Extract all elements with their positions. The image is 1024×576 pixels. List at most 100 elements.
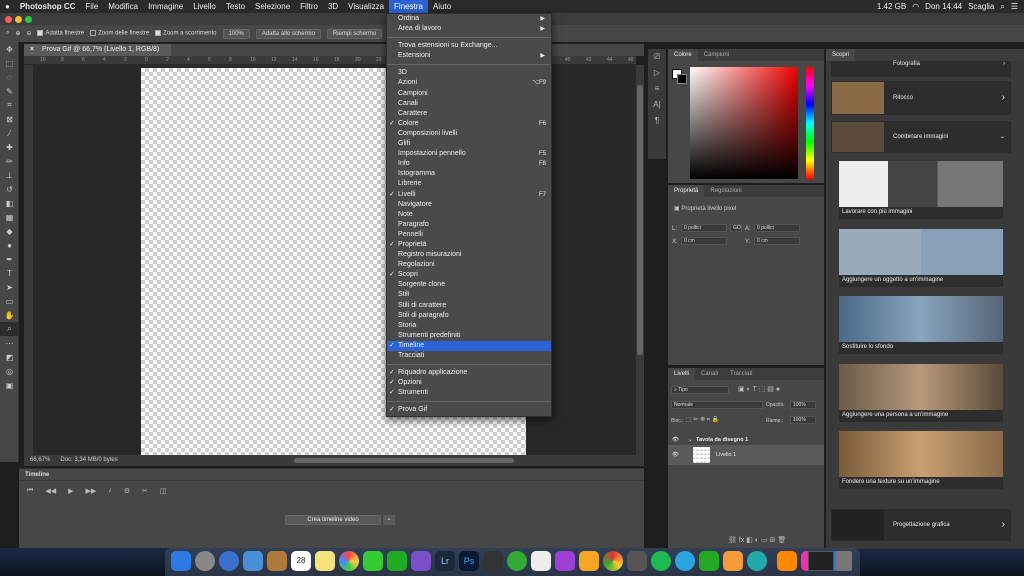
wifi-icon[interactable]: ◠ xyxy=(912,2,919,11)
color-field[interactable] xyxy=(690,67,798,179)
music-icon[interactable] xyxy=(531,551,551,571)
launchpad-icon[interactable] xyxy=(195,551,215,571)
tab-colore[interactable]: Colore xyxy=(668,49,698,61)
discover-item-fotografia[interactable]: Fotografia › xyxy=(831,61,1011,77)
pen-tool-icon[interactable]: ✒ xyxy=(0,252,19,266)
first-frame-icon[interactable]: ⏮ xyxy=(27,487,33,495)
shape-tool-icon[interactable]: ▭ xyxy=(0,294,19,308)
menu-modifica[interactable]: Modifica xyxy=(103,2,143,11)
tab-canali[interactable]: Canali xyxy=(695,368,724,380)
menu-item-ordina[interactable]: Ordina ▶ xyxy=(387,14,551,24)
podcasts-icon[interactable] xyxy=(555,551,575,571)
quill-icon[interactable] xyxy=(411,551,431,571)
width-field[interactable]: 0 pollici xyxy=(681,224,727,232)
tab-campioni[interactable]: Campioni xyxy=(698,49,735,61)
frame-tool-icon[interactable]: ⊠ xyxy=(0,112,19,126)
character-icon[interactable]: A| xyxy=(648,97,666,113)
arduino-icon[interactable] xyxy=(747,551,767,571)
facetime-icon[interactable] xyxy=(387,551,407,571)
scrubby-zoom-checkbox[interactable]: Zoom a scorrimento xyxy=(155,30,217,37)
menu-item-azioni[interactable]: Azioni ⌥F9 xyxy=(387,78,551,88)
zoom-tool-icon[interactable]: ⌕ xyxy=(6,30,9,37)
vlc-icon[interactable] xyxy=(777,551,797,571)
paragraph-icon[interactable]: ¶ xyxy=(648,113,666,129)
tutorial-card-1[interactable]: Lavorare con più immagini xyxy=(839,161,1003,219)
crop-tool-icon[interactable]: ⌗ xyxy=(0,98,19,112)
menu-item-strumenti-predefiniti[interactable]: Strumenti predefiniti xyxy=(387,331,551,341)
menu-item-trova-estensioni-su-exchange[interactable]: Trova estensioni su Exchange... xyxy=(387,41,551,51)
menu-livello[interactable]: Livello xyxy=(188,2,221,11)
dodge-tool-icon[interactable]: ● xyxy=(0,238,19,252)
trash-icon[interactable] xyxy=(836,551,852,571)
transition-icon[interactable]: ◫ xyxy=(160,487,167,495)
search-icon[interactable]: ⌕ xyxy=(1000,2,1004,12)
fontagon-icon[interactable] xyxy=(723,551,743,571)
fit-windows-checkbox[interactable]: Adatta finestre xyxy=(37,30,84,37)
menu-app[interactable]: Photoshop CC xyxy=(15,2,81,11)
lasso-tool-icon[interactable]: ◌ xyxy=(0,70,19,84)
tab-livelli[interactable]: Livelli xyxy=(668,368,696,380)
menu-item-stili-di-carattere[interactable]: Stili di carattere xyxy=(387,301,551,311)
menu-item-note[interactable]: Note xyxy=(387,210,551,220)
siri-icon[interactable] xyxy=(219,551,239,571)
zoom-in-icon[interactable]: ⊕ xyxy=(15,30,20,37)
hand-tool-icon[interactable]: ✋ xyxy=(0,308,19,322)
menu-item-colore[interactable]: ✓ Colore F6 xyxy=(387,119,551,129)
telegram-icon[interactable] xyxy=(675,551,695,571)
menu-item-riquadro-applicazione[interactable]: ✓ Riquadro applicazione xyxy=(387,368,551,378)
quick-mask-icon[interactable]: ◎ xyxy=(0,364,19,378)
menu-testo[interactable]: Testo xyxy=(221,2,250,11)
zoom-all-checkbox[interactable]: Zoom delle finestre xyxy=(90,30,149,37)
zoom-tool-icon[interactable]: ⌕ xyxy=(0,322,19,336)
zoom-window-button[interactable] xyxy=(25,16,32,23)
timeline-title[interactable]: Timeline xyxy=(19,469,644,481)
menu-item-timeline[interactable]: ✓ Timeline xyxy=(387,340,551,351)
discover-item-progettazione[interactable]: Progettazione grafica › xyxy=(831,509,1011,541)
menu-item-sorgente-clone[interactable]: Sorgente clone xyxy=(387,280,551,290)
timeline-mode-dropdown[interactable]: ⌄ xyxy=(383,515,395,525)
claquette-icon[interactable] xyxy=(483,551,503,571)
user-name[interactable]: Scaglia xyxy=(968,2,994,11)
menu-selezione[interactable]: Selezione xyxy=(250,2,295,11)
color-swatches-icon[interactable]: ◩ xyxy=(0,350,19,364)
tutorial-card-3[interactable]: Sostituire lo sfondo xyxy=(839,296,1003,354)
menu-item-tracciati[interactable]: Tracciati xyxy=(387,351,551,361)
chrome-icon[interactable] xyxy=(603,551,623,571)
split-icon[interactable]: ✂ xyxy=(142,487,148,495)
photoshop-icon[interactable]: Ps xyxy=(459,551,479,571)
tab-regolazioni[interactable]: Regolazioni xyxy=(704,185,747,197)
adjust-icon[interactable]: ≡ xyxy=(648,81,666,97)
menu-item-campioni[interactable]: Campioni xyxy=(387,89,551,99)
menu-item-opzioni[interactable]: ✓ Opzioni xyxy=(387,378,551,388)
messages-icon[interactable] xyxy=(363,551,383,571)
path-select-tool-icon[interactable]: ➤ xyxy=(0,280,19,294)
status-doc-size[interactable]: Doc: 3,34 MB/0 bytes xyxy=(60,457,117,463)
menu-item-paragrafo[interactable]: Paragrafo xyxy=(387,220,551,230)
quick-select-tool-icon[interactable]: ✎ xyxy=(0,84,19,98)
menu-item-storia[interactable]: Storia xyxy=(387,321,551,331)
lightroom-icon[interactable]: Lr xyxy=(435,551,455,571)
discover-item-combinare[interactable]: Combinare immagini ⌄ xyxy=(831,121,1011,153)
x-field[interactable]: 0 cm xyxy=(681,237,727,245)
tutorial-card-2[interactable]: Aggiungere un oggetto a un'immagine xyxy=(839,229,1003,287)
menu-finestra[interactable]: Finestra xyxy=(389,0,428,13)
menu-aiuto[interactable]: Aiuto xyxy=(428,2,456,11)
spotify-icon[interactable] xyxy=(651,551,671,571)
menu-file[interactable]: File xyxy=(80,2,103,11)
minimize-window-button[interactable] xyxy=(15,16,22,23)
menu-item-librerie[interactable]: Librerie xyxy=(387,179,551,189)
menu-list-icon[interactable]: ☰ xyxy=(1011,2,1018,11)
more-tools-icon[interactable]: ⋯ xyxy=(0,336,19,350)
tab-proprieta[interactable]: Proprietà xyxy=(668,185,705,197)
screen-mode-icon[interactable]: ▣ xyxy=(0,378,19,392)
marquee-tool-icon[interactable]: ⬚ xyxy=(0,56,19,70)
vertical-scrollbar[interactable] xyxy=(636,65,644,455)
menu-visualizza[interactable]: Visualizza xyxy=(343,2,389,11)
status-zoom[interactable]: 66,67% xyxy=(30,457,50,463)
notes-icon[interactable] xyxy=(315,551,335,571)
play-icon[interactable]: ▶ xyxy=(68,487,73,495)
menu-item-carattere[interactable]: Carattere xyxy=(387,109,551,119)
menu-item-stili-di-paragrafo[interactable]: Stili di paragrafo xyxy=(387,311,551,321)
hue-slider[interactable] xyxy=(806,67,814,179)
menu-item-prova-gif[interactable]: ✓ Prova Gif xyxy=(387,405,551,415)
